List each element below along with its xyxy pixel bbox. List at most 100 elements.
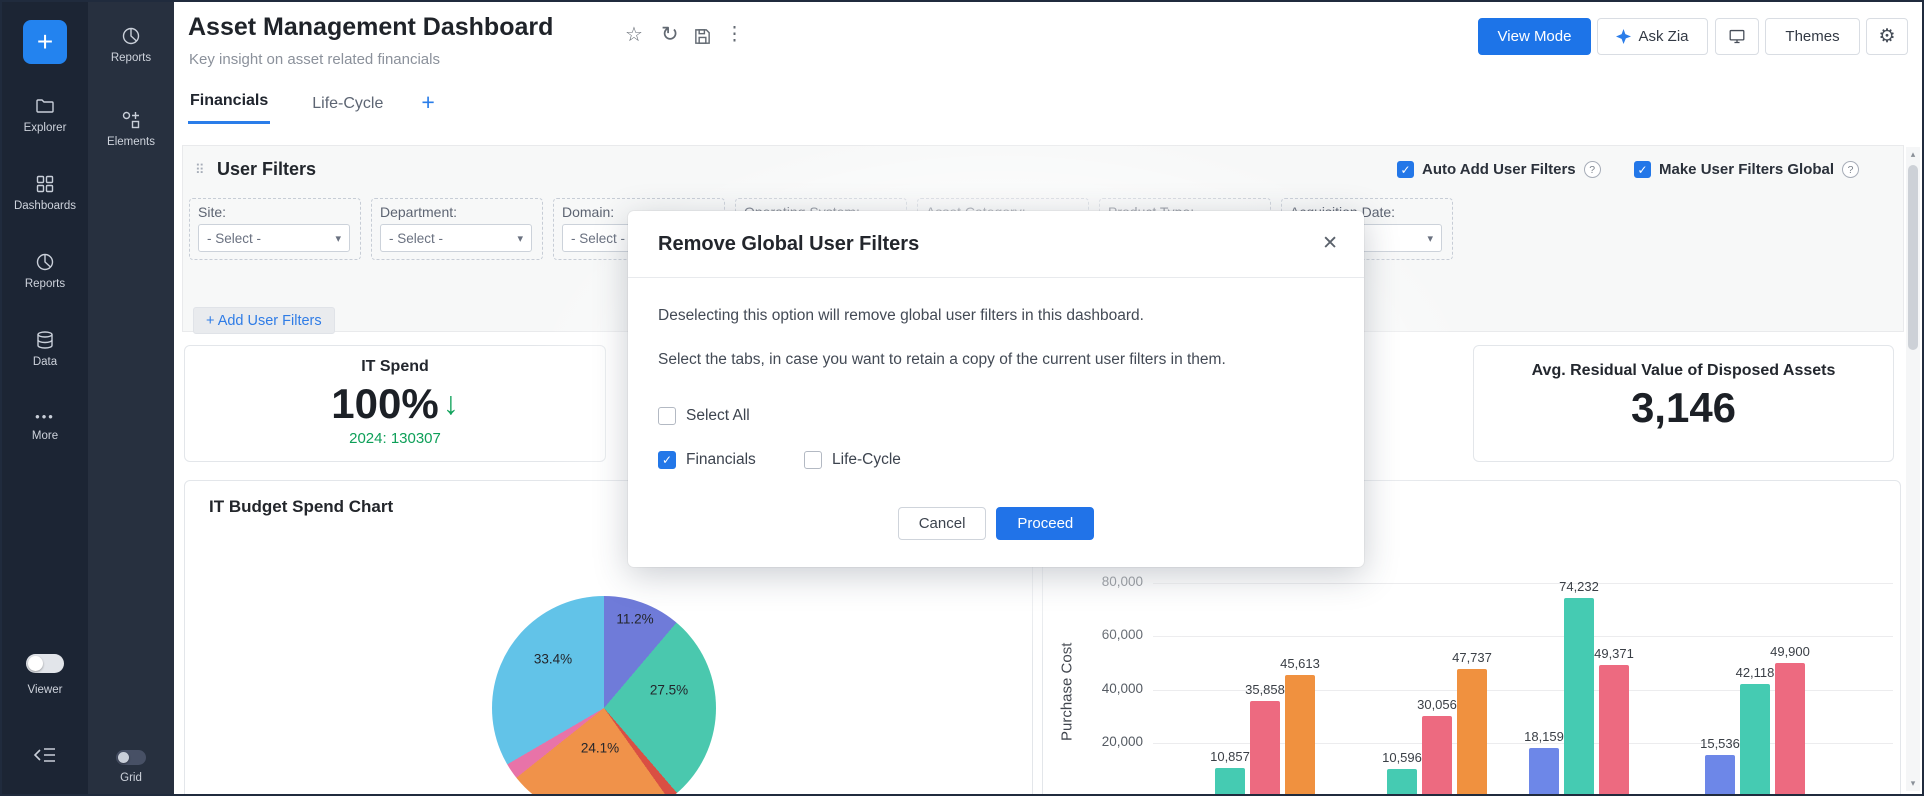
close-icon[interactable]: ✕ [1322,232,1338,255]
favorite-star-icon[interactable]: ☆ [625,24,643,46]
create-new-button[interactable]: + [23,20,67,64]
scroll-up-icon[interactable]: ▴ [1906,149,1920,160]
grid-toggle[interactable] [116,750,146,765]
auto-add-checkbox[interactable]: ✓ [1397,161,1414,178]
page-title: Asset Management Dashboard [188,13,553,42]
proceed-button[interactable]: Proceed [996,507,1094,540]
select-all-row: Select All [658,407,750,425]
save-icon[interactable] [693,27,712,46]
collapse-sidebar-icon[interactable] [33,746,57,764]
make-global-label: Make User Filters Global [1659,161,1834,178]
add-tab-button[interactable]: + [421,89,434,124]
pie-slice-label: 33.4% [534,652,572,667]
make-global-checkbox[interactable]: ✓ [1634,161,1651,178]
financials-label: Financials [686,451,756,469]
filter-select[interactable]: - Select - ▾ [380,224,532,252]
bar-value-label: 49,371 [1579,646,1649,661]
bar-value-label: 74,232 [1544,579,1614,594]
filter-label: Site: [198,204,352,220]
auto-add-label: Auto Add User Filters [1422,161,1576,178]
y-axis-tick: 40,000 [1043,681,1143,696]
bar[interactable] [1250,701,1280,796]
bar[interactable] [1775,663,1805,796]
help-icon[interactable]: ? [1842,161,1859,178]
life-cycle-label: Life-Cycle [832,451,901,469]
kebab-menu-icon[interactable]: ⋮ [725,24,744,46]
bar[interactable] [1422,716,1452,796]
help-icon[interactable]: ? [1584,161,1601,178]
sidebar-item-dashboards[interactable]: Dashboards [2,174,88,212]
filter-select-value: - Select - [207,231,261,246]
bar[interactable] [1457,669,1487,796]
filter-label: Department: [380,204,534,220]
sidebar-item-label: Dashboards [14,200,76,212]
sidebar-item-label: Data [33,356,57,368]
viewer-toggle[interactable] [26,654,64,673]
life-cycle-checkbox[interactable] [804,451,822,469]
tab-life-cycle[interactable]: Life-Cycle [310,91,385,124]
filter-select-value: - Select - [571,231,625,246]
sidebar-item-elements[interactable]: Elements [88,110,174,148]
user-filters-title: User Filters [217,159,316,180]
presentation-mode-button[interactable] [1715,18,1759,55]
sidebar-item-label: Reports [25,278,65,290]
bar[interactable] [1740,684,1770,796]
bar-value-label: 49,900 [1755,644,1825,659]
secondary-sidebar: Reports Elements Grid [88,2,174,794]
sidebar-item-label: Explorer [24,122,67,134]
pie-chart-icon [35,252,55,272]
modal-divider [628,277,1364,278]
bar[interactable] [1599,665,1629,796]
kpi-value: 100%↓ [185,380,605,428]
primary-sidebar: + Explorer Dashboards Reports [2,2,88,794]
tab-financials[interactable]: Financials [188,88,270,124]
chevron-down-icon: ▾ [1427,232,1433,245]
option-life-cycle-row: Life-Cycle [804,451,901,469]
sidebar-item-more[interactable]: ••• More [2,410,88,442]
pie-slice-label: 24.1% [581,741,619,756]
vertical-scrollbar[interactable]: ▴ ▾ [1906,147,1920,791]
make-global-group: ✓ Make User Filters Global ? [1634,161,1859,178]
viewer-label: Viewer [2,684,88,696]
financials-checkbox[interactable]: ✓ [658,451,676,469]
drag-handle-icon[interactable]: ⠿ [195,162,205,178]
select-all-checkbox[interactable] [658,407,676,425]
kpi-subtext: 2024: 130307 [185,430,605,447]
bar[interactable] [1215,768,1245,796]
kpi-card-it-spend: IT Spend 100%↓ 2024: 130307 [184,345,606,462]
modal-title: Remove Global User Filters [658,233,919,256]
pie-slice-label: 11.2% [616,612,653,627]
refresh-icon[interactable]: ↻ [661,24,679,46]
view-mode-button[interactable]: View Mode [1478,18,1591,55]
sidebar-item-reports-panel[interactable]: Reports [88,26,174,64]
bar[interactable] [1285,675,1315,796]
cancel-button[interactable]: Cancel [898,507,987,540]
folder-icon [35,96,55,116]
bar[interactable] [1705,755,1735,796]
add-user-filters-button[interactable]: + Add User Filters [193,307,335,334]
sidebar-item-label: Reports [111,52,151,64]
sidebar-item-data[interactable]: Data [2,330,88,368]
option-financials-row: ✓ Financials [658,451,756,469]
ask-zia-button[interactable]: Ask Zia [1597,18,1708,55]
app-window: + Explorer Dashboards Reports [0,0,1924,796]
sidebar-item-label: More [32,430,58,442]
page-subtitle: Key insight on asset related financials [189,51,440,68]
monitor-icon [1728,28,1746,45]
sidebar-item-label: Elements [107,136,155,148]
remove-global-filters-modal: Remove Global User Filters ✕ Deselecting… [628,211,1364,567]
scroll-down-icon[interactable]: ▾ [1906,778,1920,789]
themes-button[interactable]: Themes [1765,18,1860,55]
filter-select-value: - Select - [389,231,443,246]
bar[interactable] [1564,598,1594,796]
pie-chart-title: IT Budget Spend Chart [209,497,393,517]
sidebar-item-explorer[interactable]: Explorer [2,96,88,134]
scrollbar-thumb[interactable] [1908,165,1918,350]
sidebar-item-reports[interactable]: Reports [2,252,88,290]
bar[interactable] [1529,748,1559,796]
filter-select[interactable]: - Select - ▾ [198,224,350,252]
settings-button[interactable]: ⚙ [1866,18,1908,55]
bar[interactable] [1387,769,1417,796]
filter-department: Department: - Select - ▾ [371,198,543,260]
gear-icon: ⚙ [1878,25,1895,48]
